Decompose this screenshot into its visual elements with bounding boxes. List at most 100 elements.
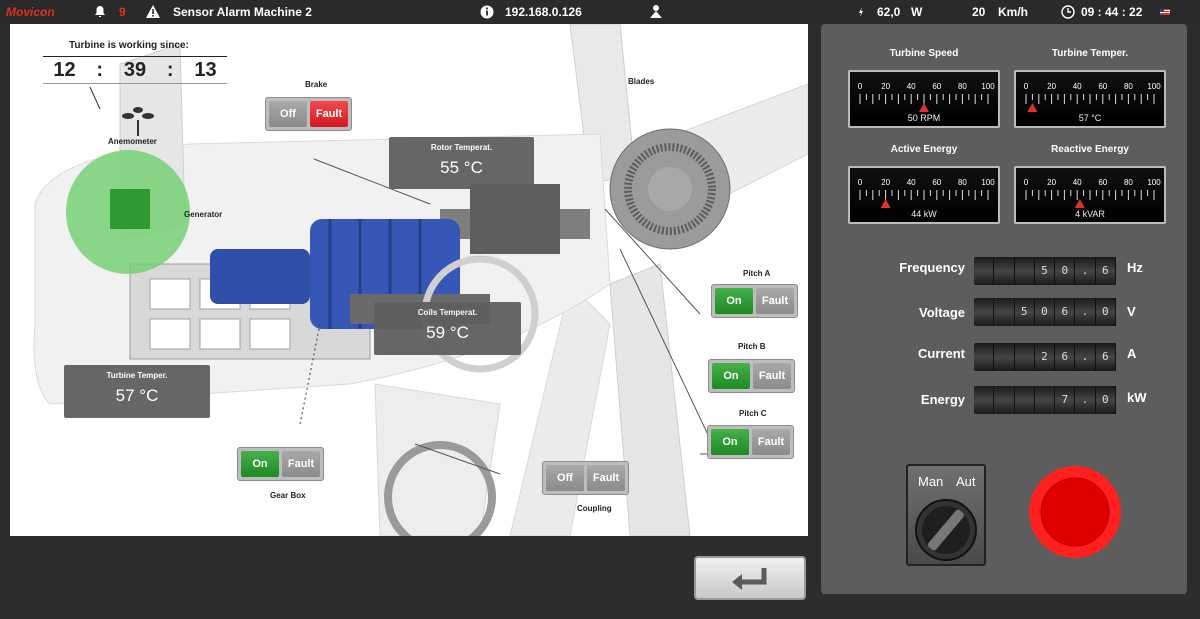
frequency-counter: 50.6: [974, 257, 1116, 285]
energy-unit: kW: [1127, 390, 1147, 405]
brake-off-button[interactable]: Off: [269, 101, 307, 127]
pitch-b-toggle: On Fault: [708, 359, 795, 393]
counter-digit: .: [1075, 257, 1096, 285]
gauge-needle: [1027, 103, 1038, 112]
counter-digit: [1015, 386, 1035, 414]
pitch-b-fault-button[interactable]: Fault: [753, 363, 791, 389]
turbine-scene: Turbine is working since: 12 : 39 : 13 A…: [10, 24, 808, 536]
energy-label: Energy: [920, 392, 965, 407]
coupling-fault-button[interactable]: Fault: [587, 465, 625, 491]
energy-counter: 7.0: [974, 386, 1116, 414]
counter-digit: 2: [1035, 343, 1056, 371]
counter-digit: 5: [1035, 257, 1056, 285]
gauge-needle: [1074, 199, 1085, 208]
counter-digit: [974, 257, 995, 285]
return-arrow-icon: [732, 568, 767, 590]
gearbox-toggle: On Fault: [237, 447, 324, 481]
pitch-a-fault-button[interactable]: Fault: [756, 288, 794, 314]
ip-address: 192.168.0.126: [505, 5, 582, 19]
brake-fault-button[interactable]: Fault: [310, 101, 348, 127]
emergency-stop-button[interactable]: [1020, 464, 1130, 561]
pitch-c-on-button[interactable]: On: [711, 429, 749, 455]
rotor-temp-value: 55 °C: [440, 158, 483, 177]
pitch-a-on-button[interactable]: On: [715, 288, 753, 314]
counter-digit: 6: [1055, 343, 1076, 371]
gauge-title-0: Turbine Speed: [889, 48, 959, 59]
gauge-3: 0 20 40 60 80 100 4 kVAR: [1014, 166, 1166, 224]
gauge-tick-label: 100: [1147, 82, 1161, 91]
bell-icon[interactable]: [94, 0, 106, 24]
gauge-tick-label: 20: [881, 178, 890, 187]
power-icon: [857, 0, 865, 24]
pitch-a-toggle: On Fault: [711, 284, 798, 318]
info-icon[interactable]: [480, 0, 494, 24]
gearbox-on-button[interactable]: On: [241, 451, 279, 477]
anemometer-icon: [120, 106, 156, 141]
counter-digit: [994, 298, 1015, 326]
counter-digit: .: [1075, 343, 1096, 371]
turbine-temp-value: 57 °C: [115, 386, 159, 405]
counter-digit: 5: [1015, 298, 1035, 326]
gauge-tick-label: 60: [1098, 178, 1107, 187]
counter-digit: 0: [1055, 257, 1076, 285]
user-icon[interactable]: [648, 0, 664, 24]
counter-digit: 6: [1055, 298, 1076, 326]
speed-unit: Km/h: [998, 5, 1028, 19]
gauge-2: 0 20 40 60 80 100 44 kW: [848, 166, 1000, 224]
pitch-c-fault-button[interactable]: Fault: [752, 429, 790, 455]
warning-icon[interactable]: [145, 0, 161, 24]
turbine-temp-title: Turbine Temper.: [106, 371, 168, 380]
gauge-needle: [919, 103, 929, 112]
gauge-tick-label: 0: [1024, 82, 1029, 91]
rotor-temp-box: Rotor Temperat. 55 °C: [389, 137, 534, 189]
voltage-unit: V: [1127, 304, 1136, 319]
man-aut-selector[interactable]: Man Aut: [906, 464, 986, 566]
back-button[interactable]: [694, 556, 806, 600]
gauge-tick-label: 0: [858, 82, 863, 91]
gauge-tick-label: 60: [1098, 82, 1107, 91]
current-unit: A: [1127, 346, 1137, 361]
pitch-b-on-button[interactable]: On: [712, 363, 750, 389]
anemometer-label: Anemometer: [108, 137, 157, 146]
counter-digit: 0: [1096, 386, 1116, 414]
counter-digit: [1015, 343, 1035, 371]
coupling-off-button[interactable]: Off: [546, 465, 584, 491]
counter-digit: 0: [1035, 298, 1056, 326]
alarm-count: 9: [119, 5, 126, 19]
pitch-c-toggle: On Fault: [707, 425, 794, 459]
gauge-needle: [880, 199, 891, 208]
app-logo: Movicon: [6, 5, 55, 19]
frequency-unit: Hz: [1127, 260, 1143, 275]
gauge-1: 0 20 40 60 80 100 57 °C: [1014, 70, 1166, 128]
counter-digit: .: [1075, 386, 1096, 414]
flag-icon[interactable]: [1160, 0, 1170, 24]
gauge-value-2: 44 kW: [911, 209, 937, 219]
gearbox-label: Gear Box: [270, 491, 306, 500]
gauge-tick-label: 100: [981, 178, 995, 187]
gauge-value-3: 4 kVAR: [1075, 209, 1105, 219]
working-sep-1: :: [96, 58, 104, 81]
working-hours: 12: [53, 58, 76, 81]
gauge-tick-label: 40: [907, 178, 916, 187]
counter-digit: 6: [1096, 343, 1116, 371]
working-since-counter: 12 : 39 : 13: [43, 56, 227, 84]
blades-label: Blades: [628, 77, 655, 86]
selector-knob-icon: [915, 499, 977, 561]
counter-digit: [994, 343, 1015, 371]
pitch-a-label: Pitch A: [743, 269, 771, 278]
counter-digit: 6: [1096, 257, 1116, 285]
voltage-label: Voltage: [919, 305, 965, 320]
gauge-tick-label: 100: [1147, 178, 1161, 187]
power-unit: W: [911, 5, 923, 19]
hmi-screen: Movicon 9 Sensor Alarm Machine 2 192.168…: [0, 0, 1200, 619]
gearbox-fault-button[interactable]: Fault: [282, 451, 320, 477]
gauge-tick-label: 80: [958, 178, 967, 187]
gauge-tick-label: 80: [1124, 178, 1133, 187]
coils-temp-value: 59 °C: [426, 323, 469, 342]
gauge-tick-label: 20: [1047, 178, 1056, 187]
counter-digit: [974, 298, 995, 326]
gauge-title-3: Reactive Energy: [1051, 144, 1129, 155]
gauge-tick-label: 40: [1073, 82, 1082, 91]
alarm-title: Sensor Alarm Machine 2: [173, 5, 312, 19]
voltage-counter: 506.0: [974, 298, 1116, 326]
